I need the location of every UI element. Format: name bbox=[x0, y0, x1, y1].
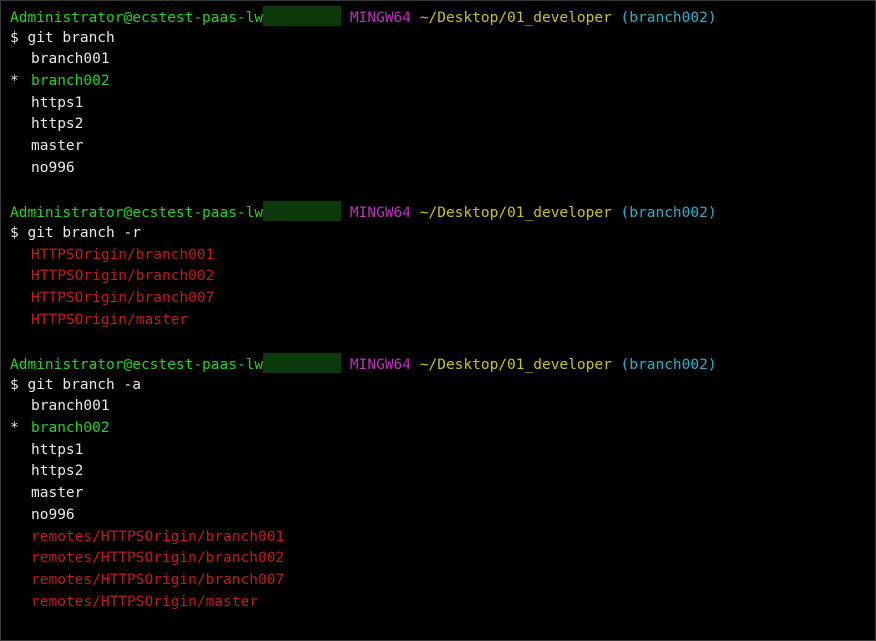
branch-name: no996 bbox=[31, 506, 75, 523]
prompt-user: Administrator@ecstest-paas-lw bbox=[10, 205, 264, 222]
branch-name: no996 bbox=[31, 159, 75, 176]
branch-list-item: https2 bbox=[10, 114, 875, 136]
prompt-branch: (branch002) bbox=[620, 205, 717, 222]
branch-list-item: remotes/HTTPSOrigin/branch007 bbox=[10, 570, 875, 592]
branch-list-item: remotes/HTTPSOrigin/branch002 bbox=[10, 548, 875, 570]
remote-branch-name: HTTPSOrigin/branch001 bbox=[31, 246, 215, 263]
prompt-user: Administrator@ecstest-paas-lw bbox=[10, 357, 264, 373]
redacted-hostname bbox=[263, 6, 342, 26]
redacted-hostname bbox=[263, 353, 342, 373]
branch-list-item: https2 bbox=[10, 461, 875, 483]
prompt-line: Administrator@ecstest-paas-lw MINGW64 ~/… bbox=[10, 201, 875, 223]
current-branch-marker: * bbox=[10, 420, 19, 437]
branch-list-item: remotes/HTTPSOrigin/master bbox=[10, 592, 875, 614]
remote-branch-name: HTTPSOrigin/branch002 bbox=[31, 268, 215, 285]
branch-name: branch001 bbox=[31, 398, 110, 415]
prompt-path: ~/Desktop/01_developer bbox=[419, 10, 612, 26]
branch-list-item: no996 bbox=[10, 158, 875, 180]
command-line: $ git branch -a bbox=[10, 376, 141, 393]
remote-branch-name: remotes/HTTPSOrigin/branch002 bbox=[31, 550, 285, 567]
branch-list-item: HTTPSOrigin/master bbox=[10, 310, 875, 332]
prompt-branch: (branch002) bbox=[620, 10, 717, 26]
prompt-system: MINGW64 bbox=[349, 205, 412, 222]
prompt-system: MINGW64 bbox=[349, 357, 412, 373]
branch-list-item: master bbox=[10, 483, 875, 505]
branch-name: https2 bbox=[31, 116, 84, 133]
branch-list-item: HTTPSOrigin/branch002 bbox=[10, 266, 875, 288]
branch-list-item: HTTPSOrigin/branch007 bbox=[10, 288, 875, 310]
branch-list-item: no996 bbox=[10, 505, 875, 527]
branch-list-item: HTTPSOrigin/branch001 bbox=[10, 245, 875, 267]
branch-list-item: https1 bbox=[10, 93, 875, 115]
redacted-hostname bbox=[263, 201, 342, 222]
prompt-line: Administrator@ecstest-paas-lw MINGW64 ~/… bbox=[10, 353, 875, 375]
prompt-user: Administrator@ecstest-paas-lw bbox=[10, 10, 264, 26]
branch-list-item: branch001 bbox=[10, 396, 875, 418]
current-branch-name: branch002 bbox=[31, 73, 110, 90]
current-branch-marker: * bbox=[10, 73, 19, 90]
branch-list-item: https1 bbox=[10, 440, 875, 462]
branch-list-item: branch001 bbox=[10, 49, 875, 71]
remote-branch-name: HTTPSOrigin/master bbox=[31, 311, 189, 328]
branch-name: branch001 bbox=[31, 51, 110, 68]
remote-branch-name: HTTPSOrigin/branch007 bbox=[31, 289, 215, 306]
remote-branch-name: remotes/HTTPSOrigin/branch007 bbox=[31, 571, 285, 588]
command-line: $ git branch bbox=[10, 29, 115, 46]
prompt-line: Administrator@ecstest-paas-lw MINGW64 ~/… bbox=[10, 6, 875, 28]
command-line: $ git branch -r bbox=[10, 224, 141, 241]
remote-branch-name: remotes/HTTPSOrigin/branch001 bbox=[31, 528, 285, 545]
branch-list-item: * branch002 bbox=[10, 418, 875, 440]
prompt-system: MINGW64 bbox=[349, 10, 412, 26]
terminal-window[interactable]: Administrator@ecstest-paas-lw MINGW64 ~/… bbox=[0, 0, 876, 641]
branch-name: https2 bbox=[31, 463, 84, 480]
prompt-path: ~/Desktop/01_developer bbox=[419, 205, 612, 222]
prompt-branch: (branch002) bbox=[620, 357, 717, 373]
branch-list-item: remotes/HTTPSOrigin/branch001 bbox=[10, 527, 875, 549]
branch-name: https1 bbox=[31, 94, 84, 111]
branch-list-item: * branch002 bbox=[10, 71, 875, 93]
branch-list-item: master bbox=[10, 136, 875, 158]
branch-name: master bbox=[31, 485, 84, 502]
branch-name: master bbox=[31, 138, 84, 155]
remote-branch-name: remotes/HTTPSOrigin/master bbox=[31, 593, 258, 610]
prompt-path: ~/Desktop/01_developer bbox=[419, 357, 612, 373]
current-branch-name: branch002 bbox=[31, 420, 110, 437]
branch-name: https1 bbox=[31, 441, 84, 458]
